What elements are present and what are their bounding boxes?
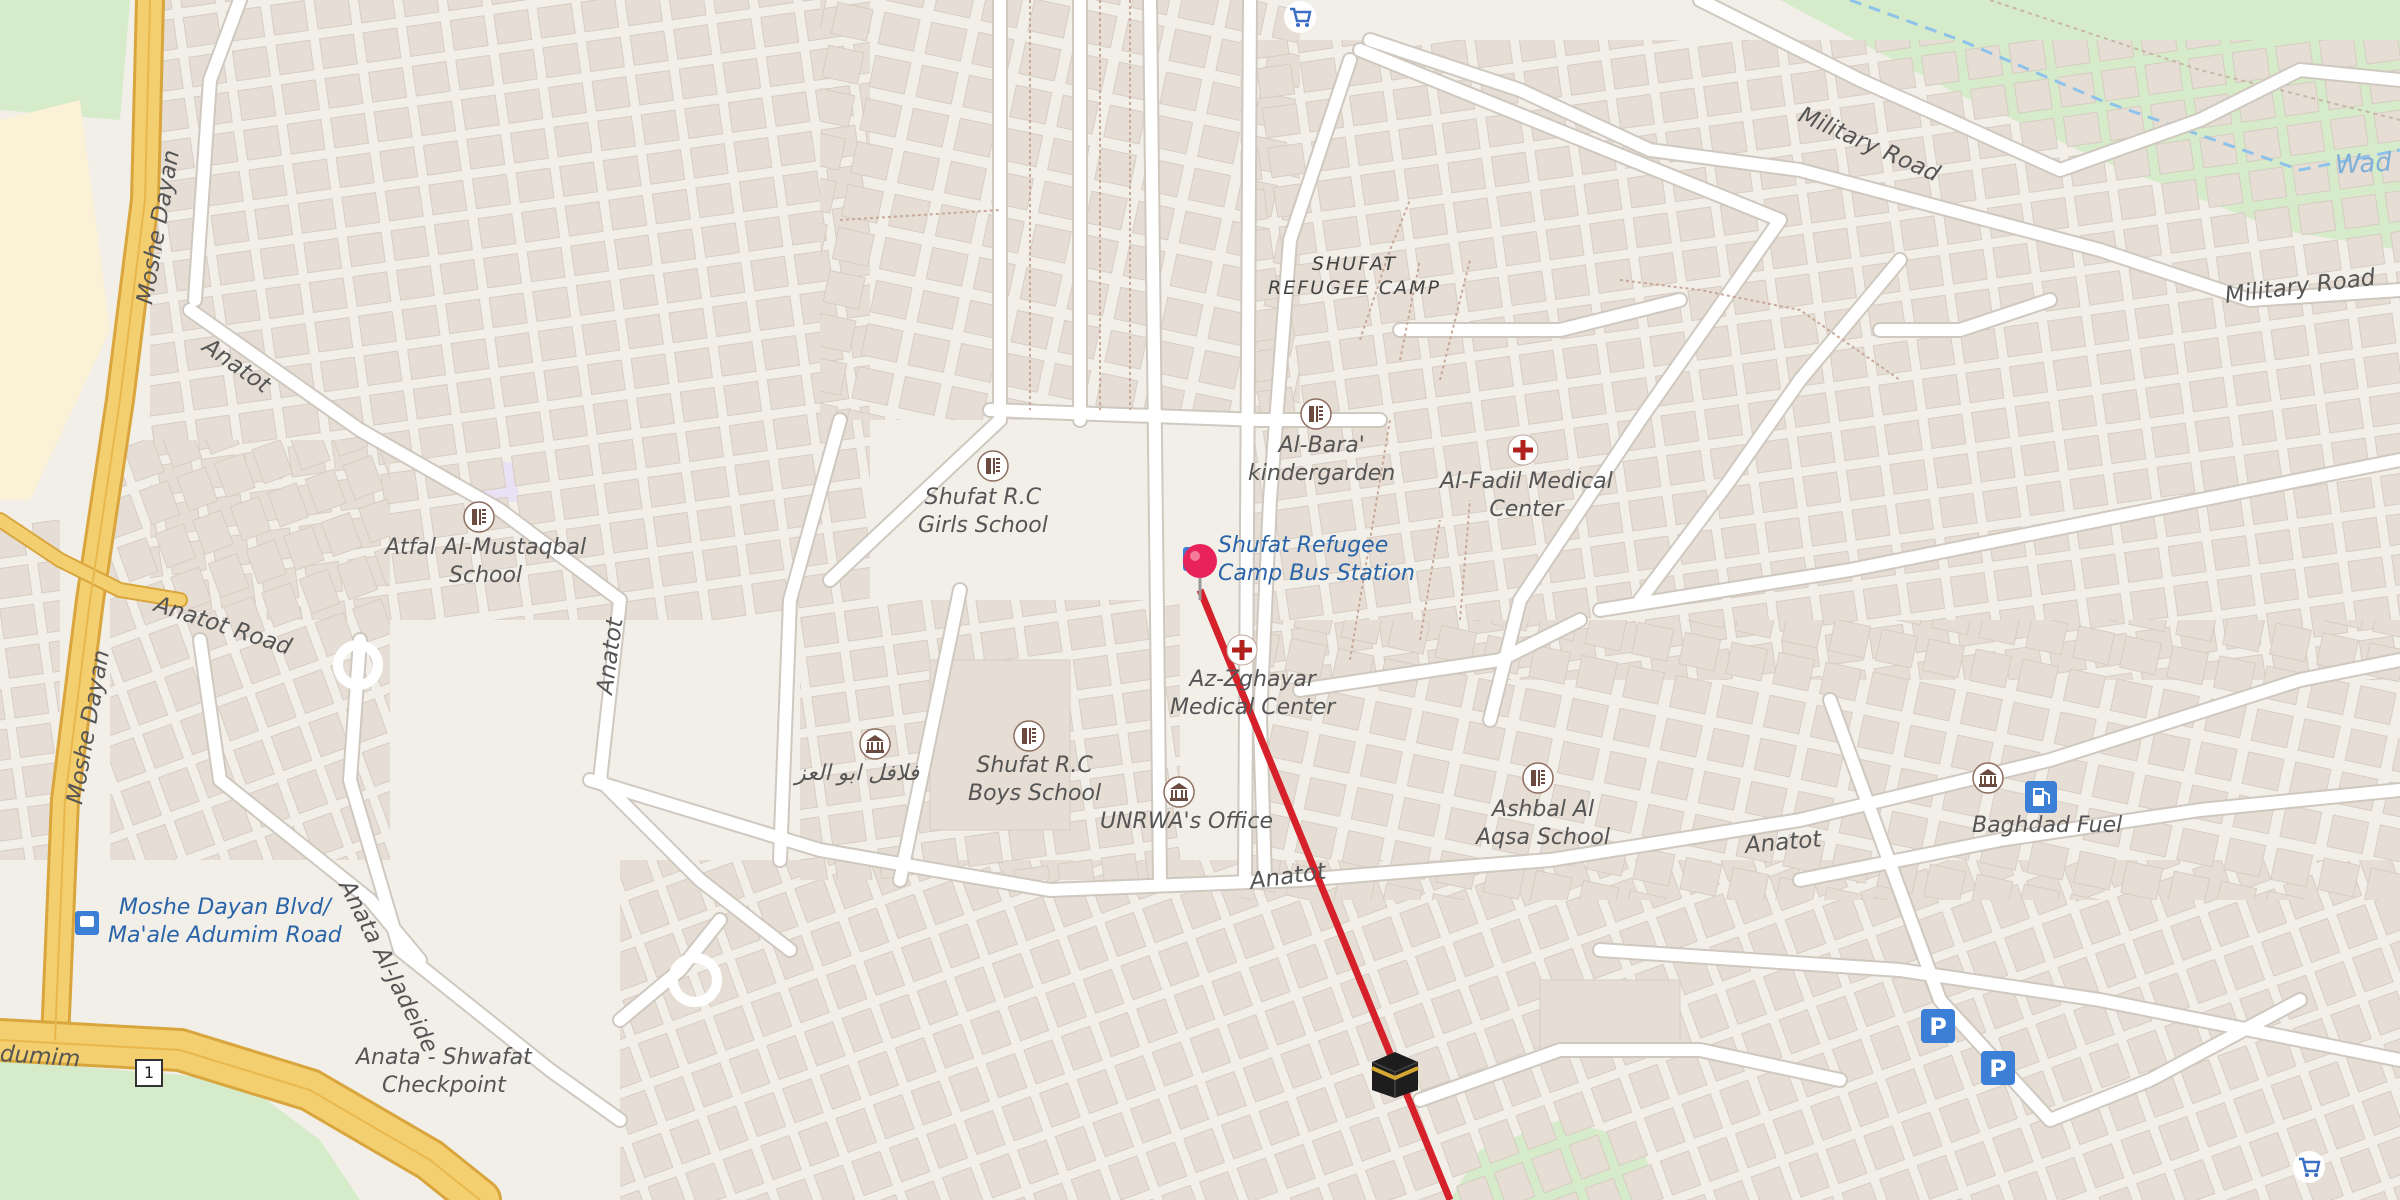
road-label: dumim [0, 1041, 82, 1073]
poi-label[interactable]: Shufat Refugee Camp Bus Station [1218, 532, 1415, 588]
poi-label[interactable]: Moshe Dayan Blvd/ Ma'ale Adumim Road [108, 894, 342, 950]
poi-label[interactable]: Shufat R.C Girls School [918, 484, 1048, 540]
waterway-label: Wad [2334, 147, 2393, 181]
building-cluster [820, 0, 1300, 420]
building [1539, 979, 1681, 1051]
museum-icon[interactable] [859, 728, 891, 760]
area-label-shufat-refugee-camp: SHUFAT REFUGEE CAMP [1268, 253, 1441, 299]
school-icon[interactable] [1300, 398, 1332, 430]
poi-label[interactable]: Atfal Al-Mustaqbal School [385, 534, 586, 590]
route-shield-number: 1 [143, 1063, 155, 1082]
museum-icon[interactable] [1972, 762, 2004, 794]
school-icon[interactable] [1522, 762, 1554, 794]
poi-label[interactable]: Anata - Shwafat Checkpoint [356, 1044, 532, 1100]
parking-icon[interactable]: P [1920, 1008, 1956, 1044]
park-area [0, 0, 130, 120]
svg-text:P: P [1929, 1013, 1947, 1041]
school-icon[interactable] [463, 501, 495, 533]
school-icon[interactable] [1013, 720, 1045, 752]
building-cluster [1240, 620, 2400, 900]
school-icon[interactable] [977, 450, 1009, 482]
poi-label[interactable]: فلافل ابو العز [795, 760, 919, 788]
medical-cross-icon[interactable] [1507, 434, 1539, 466]
parking-icon[interactable]: P [1980, 1050, 2016, 1086]
building-cluster [620, 860, 2400, 1200]
poi-label[interactable]: Ashbal Al Aqsa School [1476, 796, 1610, 852]
medical-cross-icon[interactable] [1226, 634, 1258, 666]
residential-yellow [0, 100, 110, 500]
location-pin-icon[interactable] [1181, 542, 1219, 602]
poi-label[interactable]: Al-Bara' kindergarden [1248, 432, 1395, 488]
poi-label[interactable]: Al-Fadil Medical Center [1440, 468, 1613, 524]
poi-label[interactable]: UNRWA's Office [1100, 808, 1273, 836]
poi-label[interactable]: Shufat R.C Boys School [968, 752, 1101, 808]
kaaba-icon[interactable] [1368, 1046, 1422, 1100]
shopping-cart-icon[interactable] [1283, 0, 1317, 34]
svg-text:P: P [1989, 1055, 2007, 1083]
museum-icon[interactable] [1163, 776, 1195, 808]
bus-stop-icon[interactable] [74, 910, 100, 936]
poi-label[interactable]: Baghdad Fuel [1972, 812, 2122, 840]
poi-label[interactable]: Az-Zghayar Medical Center [1170, 666, 1335, 722]
fuel-icon[interactable] [2024, 780, 2058, 814]
map-canvas[interactable]: Military Road Military Road Moshe Dayan … [0, 0, 2400, 1200]
shopping-cart-icon[interactable] [2292, 1150, 2326, 1184]
